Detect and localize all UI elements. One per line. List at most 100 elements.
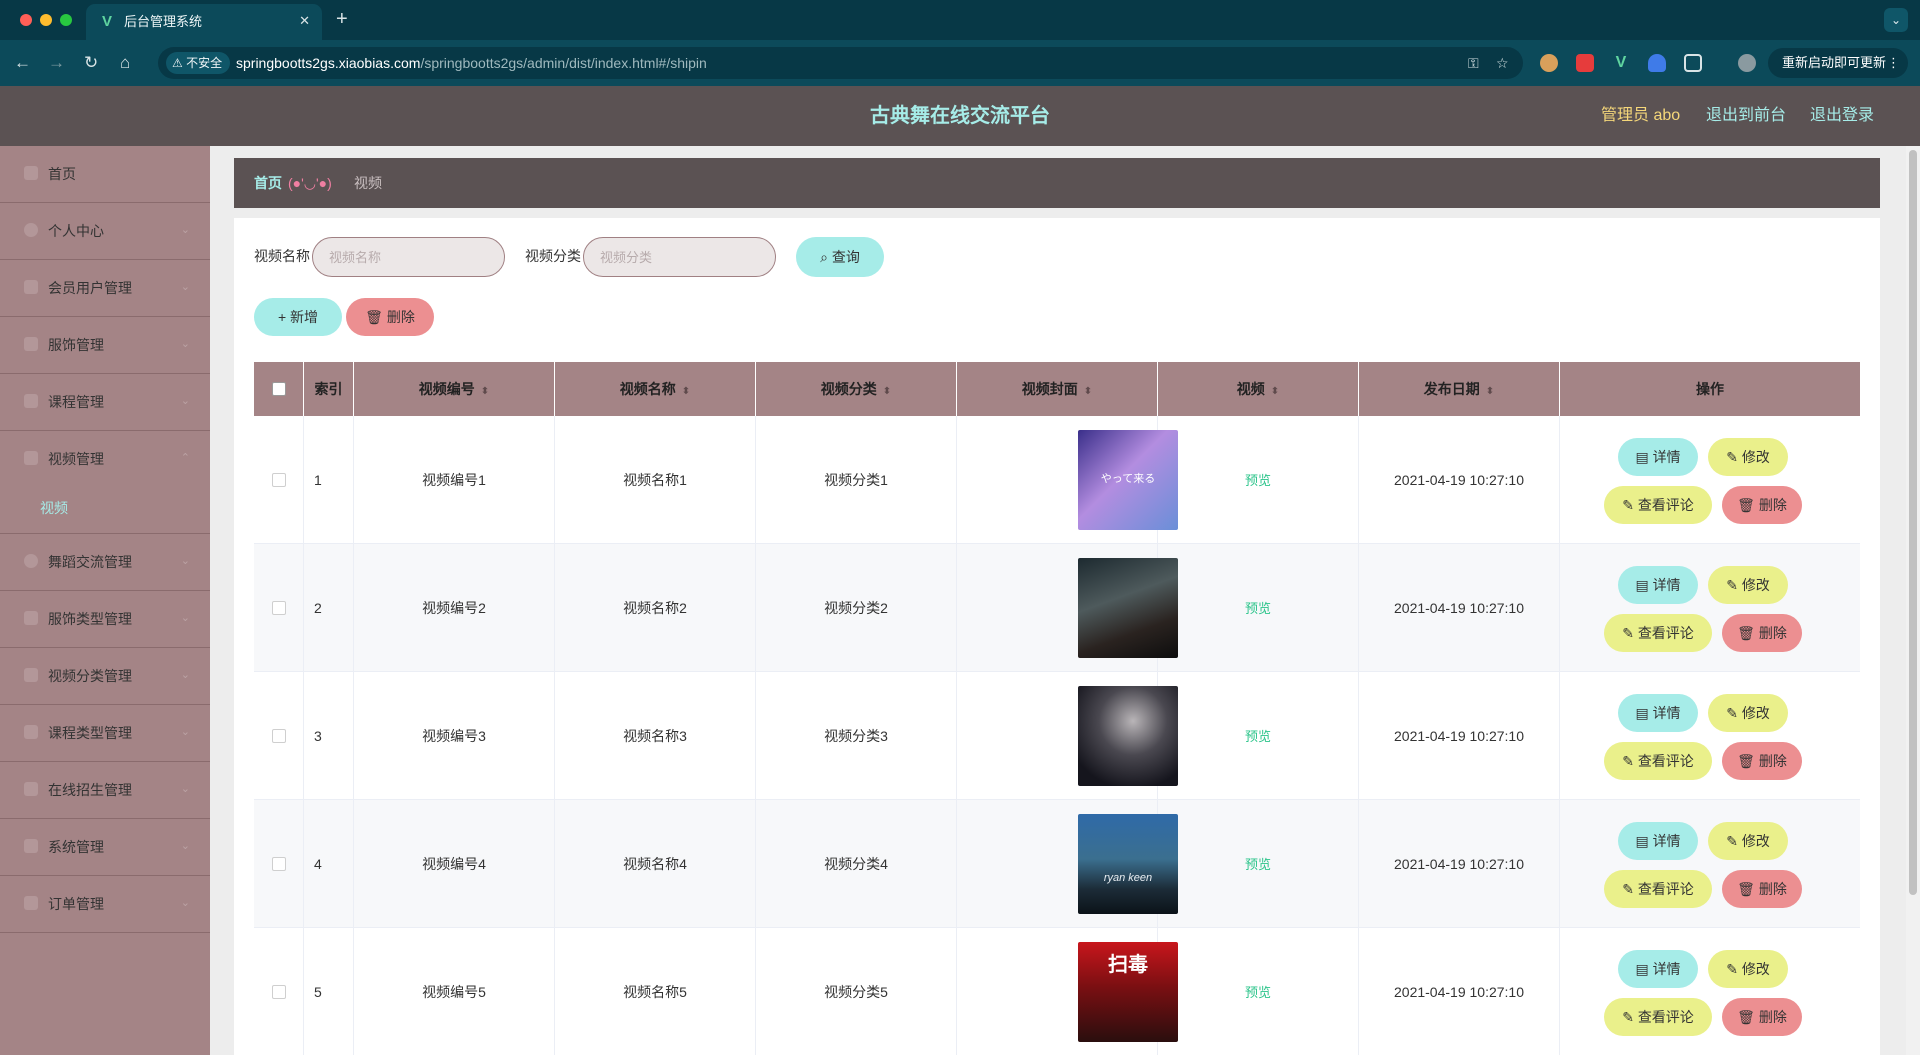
detail-button[interactable]: ▤ 详情 xyxy=(1618,694,1698,732)
row-checkbox[interactable] xyxy=(272,601,286,615)
detail-label: 详情 xyxy=(1652,961,1681,977)
query-button[interactable]: ⌕ 查询 xyxy=(796,237,884,277)
forward-icon[interactable]: → xyxy=(48,53,65,73)
back-to-front-link[interactable]: 退出到前台 xyxy=(1706,107,1786,125)
key-icon[interactable]: ⚿ xyxy=(1468,54,1479,72)
detail-button[interactable]: ▤ 详情 xyxy=(1618,566,1698,604)
maximize-window-button[interactable] xyxy=(60,14,72,26)
extension-diamond-icon[interactable] xyxy=(1648,54,1666,72)
preview-link[interactable]: 预览 xyxy=(1245,985,1271,1000)
sort-icon[interactable]: ⬍ xyxy=(481,386,489,397)
sort-icon[interactable]: ⬍ xyxy=(682,386,690,397)
tab-search-icon[interactable]: ⌄ xyxy=(1884,8,1908,32)
row-checkbox[interactable] xyxy=(272,473,286,487)
sidebar-item-orders[interactable]: 订单管理 ⌄ xyxy=(0,876,210,933)
col-cover[interactable]: 视频封面 ⬍ xyxy=(957,362,1158,416)
extension-icon[interactable] xyxy=(1540,54,1558,72)
sidebar-item-system[interactable]: 系统管理 ⌄ xyxy=(0,819,210,876)
video-name-input[interactable] xyxy=(312,237,505,277)
video-category-input[interactable] xyxy=(583,237,776,277)
delete-button[interactable]: 🗑 删除 xyxy=(1722,870,1802,908)
table-row: 4 视频编号4 视频名称4 视频分类4 ryan keen 预览 2021-04… xyxy=(254,800,1860,928)
delete-button[interactable]: 🗑 删除 xyxy=(1722,486,1802,524)
sidebar-item-enrollment[interactable]: 在线招生管理 ⌄ xyxy=(0,762,210,819)
chevron-down-icon: ⌄ xyxy=(180,338,190,350)
sidebar-item-course-types[interactable]: 课程类型管理 ⌄ xyxy=(0,705,210,762)
view-comments-button[interactable]: ✎ 查看评论 xyxy=(1604,742,1712,780)
delete-button[interactable]: 🗑 删除 xyxy=(1722,742,1802,780)
col-video[interactable]: 视频 ⬍ xyxy=(1158,362,1359,416)
bookmark-star-icon[interactable]: ☆ xyxy=(1496,54,1509,72)
sidebar-item-label: 课程管理 xyxy=(48,394,104,410)
detail-button[interactable]: ▤ 详情 xyxy=(1618,950,1698,988)
detail-button[interactable]: ▤ 详情 xyxy=(1618,438,1698,476)
extension-fe-icon[interactable] xyxy=(1576,54,1594,72)
video-table: 索引 视频编号 ⬍ 视频名称 ⬍ 视频分类 ⬍ 视频封面 ⬍ 视频 ⬍ 发布日期 ⬍ 操作 … xyxy=(254,362,1860,1055)
sort-icon[interactable]: ⬍ xyxy=(883,386,891,397)
sidebar-item-video-categories[interactable]: 视频分类管理 ⌄ xyxy=(0,648,210,705)
sidebar-item-home[interactable]: 首页 xyxy=(0,146,210,203)
view-comments-button[interactable]: ✎ 查看评论 xyxy=(1604,998,1712,1036)
sidebar-item-dance-exchange[interactable]: 舞蹈交流管理 ⌄ xyxy=(0,534,210,591)
preview-link[interactable]: 预览 xyxy=(1245,601,1271,616)
address-bar[interactable]: ⚠ 不安全 springbootts2gs.xiaobias.com/sprin… xyxy=(158,47,1523,79)
sort-icon[interactable]: ⬍ xyxy=(1271,386,1279,397)
sidebar-item-courses[interactable]: 课程管理 ⌄ xyxy=(0,374,210,431)
home-icon[interactable]: ⌂ xyxy=(120,53,130,73)
sidebar-item-videos[interactable]: 视频管理 ⌃ xyxy=(0,431,210,488)
profile-avatar-icon[interactable] xyxy=(1738,54,1756,72)
index-cell: 1 xyxy=(304,416,354,544)
sidebar-subitem-video[interactable]: 视频 xyxy=(0,483,210,534)
edit-button[interactable]: ✎ 修改 xyxy=(1708,950,1788,988)
sidebar-item-costume-types[interactable]: 服饰类型管理 ⌄ xyxy=(0,591,210,648)
reload-icon[interactable]: ↻ xyxy=(84,53,98,73)
view-comments-button[interactable]: ✎ 查看评论 xyxy=(1604,870,1712,908)
preview-link[interactable]: 预览 xyxy=(1245,857,1271,872)
logout-link[interactable]: 退出登录 xyxy=(1810,107,1874,125)
sort-icon[interactable]: ⬍ xyxy=(1486,386,1494,397)
edit-button[interactable]: ✎ 修改 xyxy=(1708,822,1788,860)
new-tab-icon[interactable]: + xyxy=(336,8,348,30)
chevron-down-icon: ⌄ xyxy=(180,783,190,795)
row-checkbox[interactable] xyxy=(272,985,286,999)
scrollbar-thumb[interactable] xyxy=(1909,150,1917,895)
breadcrumb-home[interactable]: 首页 xyxy=(254,174,282,192)
back-icon[interactable]: ← xyxy=(14,53,31,73)
col-name[interactable]: 视频名称 ⬍ xyxy=(555,362,756,416)
close-tab-icon[interactable]: ✕ xyxy=(299,13,310,29)
preview-link[interactable]: 预览 xyxy=(1245,473,1271,488)
sidebar-item-profile[interactable]: 个人中心 ⌄ xyxy=(0,203,210,260)
sort-icon[interactable]: ⬍ xyxy=(1084,386,1092,397)
row-checkbox[interactable] xyxy=(272,729,286,743)
browser-tab[interactable]: V 后台管理系统 ✕ xyxy=(86,4,322,40)
date-cell: 2021-04-19 10:27:10 xyxy=(1359,928,1560,1055)
view-comments-button[interactable]: ✎ 查看评论 xyxy=(1604,486,1712,524)
insecure-badge[interactable]: ⚠ 不安全 xyxy=(166,52,231,74)
preview-link[interactable]: 预览 xyxy=(1245,729,1271,744)
col-code[interactable]: 视频编号 ⬍ xyxy=(354,362,555,416)
delete-button[interactable]: 🗑 删除 xyxy=(1722,614,1802,652)
close-window-button[interactable] xyxy=(20,14,32,26)
sidebar-item-costumes[interactable]: 服饰管理 ⌄ xyxy=(0,317,210,374)
chevron-down-icon: ⌄ xyxy=(180,224,190,236)
vue-devtools-icon[interactable]: V xyxy=(1612,54,1630,72)
select-all-checkbox[interactable] xyxy=(272,382,286,396)
edit-button[interactable]: ✎ 修改 xyxy=(1708,694,1788,732)
url-text[interactable]: springbootts2gs.xiaobias.com/springboott… xyxy=(236,55,707,71)
detail-button[interactable]: ▤ 详情 xyxy=(1618,822,1698,860)
edit-button[interactable]: ✎ 修改 xyxy=(1708,438,1788,476)
delete-button[interactable]: 🗑 删除 xyxy=(1722,998,1802,1036)
edit-button[interactable]: ✎ 修改 xyxy=(1708,566,1788,604)
menu-dots-icon[interactable]: ⋮ xyxy=(1887,48,1900,78)
sidebar-item-members[interactable]: 会员用户管理 ⌄ xyxy=(0,260,210,317)
page-scrollbar[interactable] xyxy=(1906,146,1920,1055)
extensions-puzzle-icon[interactable] xyxy=(1684,54,1702,72)
update-button[interactable]: 重新启动即可更新 ⋮ xyxy=(1767,48,1908,78)
col-category[interactable]: 视频分类 ⬍ xyxy=(756,362,957,416)
add-button[interactable]: + 新增 xyxy=(254,298,342,336)
row-checkbox[interactable] xyxy=(272,857,286,871)
col-date[interactable]: 发布日期 ⬍ xyxy=(1359,362,1560,416)
batch-delete-button[interactable]: 🗑 删除 xyxy=(346,298,434,336)
minimize-window-button[interactable] xyxy=(40,14,52,26)
view-comments-button[interactable]: ✎ 查看评论 xyxy=(1604,614,1712,652)
